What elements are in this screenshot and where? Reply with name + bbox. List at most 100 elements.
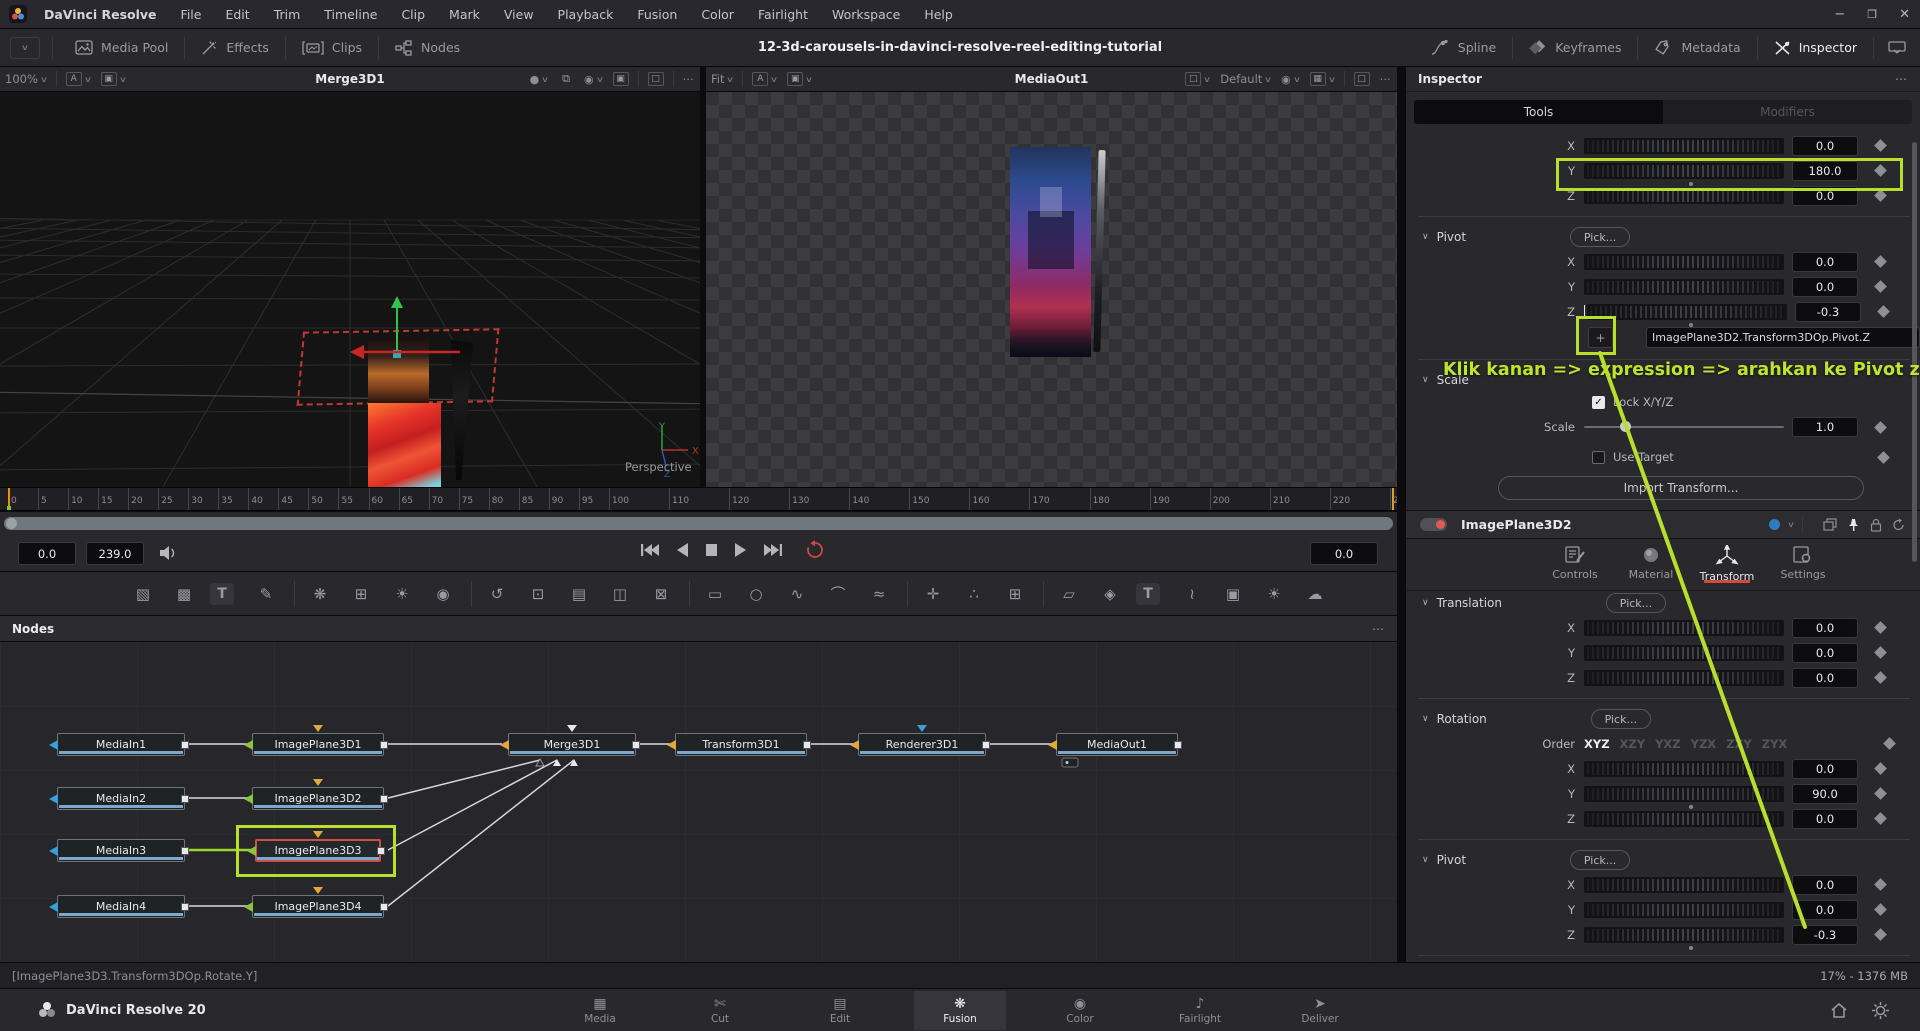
order-option-yxz[interactable]: YXZ [1655,737,1681,751]
keyframe-diamond-icon[interactable] [1874,139,1887,152]
node-input-connector[interactable] [244,902,253,912]
node-input-connector[interactable] [850,740,859,750]
keyframe-diamond-icon[interactable] [1874,787,1887,800]
param-slider[interactable] [1584,877,1784,893]
lock-xyz-checkbox[interactable]: ✓ [1592,396,1605,409]
paint-tool-icon[interactable]: ✎ [251,581,281,607]
timeline-ruler[interactable]: 0510152025303540455055606570758085909510… [0,487,1397,511]
node-mediain2[interactable]: MediaIn2 [57,787,185,810]
pick-button[interactable]: Pick... [1591,709,1651,729]
param-slider[interactable] [1587,304,1787,320]
page-tab-deliver[interactable]: ➤Deliver [1274,991,1366,1030]
node-mediain3[interactable]: MediaIn3 [57,839,185,862]
audio-mute-icon[interactable] [158,544,178,562]
play-reverse-button[interactable] [676,542,689,558]
param-value-field[interactable]: -0.3 [1792,925,1858,945]
keyframe-diamond-icon[interactable] [1874,280,1887,293]
node-top-connector[interactable] [313,887,323,894]
node-output-connector[interactable] [380,741,388,749]
menu-item-view[interactable]: View [492,0,546,28]
viewer-right-roi-dropdown[interactable]: ◉∨ [1276,73,1304,86]
keyframe-diamond-icon[interactable] [1874,621,1887,634]
timeline-scrollbar[interactable] [4,517,1393,530]
spot-light-3d-tool-icon[interactable]: ☀ [1259,581,1289,607]
viewer-right-zoom-dropdown[interactable]: Fit∨ [706,72,738,86]
page-tab-cut[interactable]: ✄Cut [674,991,766,1030]
node-output-connector[interactable] [380,795,388,803]
toolbar-button-nodes[interactable]: Nodes [379,35,476,61]
text-3d-tool-icon[interactable]: T [1136,583,1160,605]
viewer-left-options-icon[interactable]: ⋯ [678,72,701,86]
node-top-connector[interactable] [313,779,323,786]
param-value-field[interactable]: 0.0 [1792,900,1858,920]
scale-slider-knob[interactable] [1620,421,1631,432]
section-collapse-icon[interactable]: ∨ [1422,598,1429,608]
toolbar-button-clips[interactable]: Clips [286,35,378,61]
node-tab-controls[interactable]: Controls [1546,539,1604,581]
stop-button[interactable] [705,543,718,557]
bender-3d-tool-icon[interactable]: ≀ [1177,581,1207,607]
node-color-dropdown-icon[interactable]: ∨ [1787,520,1795,529]
node-tab-settings[interactable]: Settings [1774,539,1832,581]
toolbar-button-spline[interactable]: Spline [1414,35,1512,61]
viewer-left-view-label[interactable]: Perspective [625,460,692,474]
viewer-right-lut-dropdown[interactable]: Default∨ [1215,72,1276,86]
node-output-connector[interactable] [803,741,811,749]
inspector-scrollbar[interactable] [1912,142,1917,562]
rectangle-mask-tool-icon[interactable]: ▭ [700,581,730,607]
param-value-field[interactable]: 0.0 [1792,136,1858,156]
keyframe-diamond-icon[interactable] [1874,671,1887,684]
node-mediain1[interactable]: MediaIn1 [57,733,185,756]
param-value-field[interactable]: 180.0 [1792,161,1858,181]
reset-icon[interactable] [1892,518,1906,532]
viewer-right-split-dropdown[interactable]: □∨ [1180,72,1215,86]
viewer-left-color-dropdown[interactable]: ●∨ [525,73,553,86]
page-tab-fusion[interactable]: ❋Fusion [914,991,1006,1030]
tracker-tool-icon[interactable]: ✛ [918,581,948,607]
transform-gizmo[interactable] [340,292,480,362]
param-value-field[interactable]: 0.0 [1792,875,1858,895]
param-slider[interactable] [1584,902,1784,918]
page-tab-color[interactable]: ◉Color [1034,991,1126,1030]
menu-item-playback[interactable]: Playback [546,0,626,28]
menu-item-edit[interactable]: Edit [213,0,261,28]
toolbar-button-media-pool[interactable]: Media Pool [59,35,184,61]
viewer-left-quad-icon[interactable]: ▣ [608,72,634,86]
node-output-connector[interactable] [632,741,640,749]
menu-item-fusion[interactable]: Fusion [625,0,689,28]
settings-gear-icon[interactable] [1871,1001,1890,1020]
keyframe-diamond-icon[interactable] [1874,762,1887,775]
menu-item-timeline[interactable]: Timeline [312,0,389,28]
param-value-field[interactable]: 0.0 [1792,252,1858,272]
node-imageplane3d2[interactable]: ImagePlane3D2 [252,787,384,810]
node-input-connector[interactable] [1048,740,1057,750]
viewer-left-expand-icon[interactable]: □ [643,72,669,86]
param-slider[interactable] [1584,645,1784,661]
menu-app[interactable]: DaVinci Resolve [32,0,169,28]
copy-icon[interactable] [1823,518,1837,531]
param-slider[interactable] [1584,254,1784,270]
planar-tracker-tool-icon[interactable]: ∴ [959,581,989,607]
keyframe-diamond-icon[interactable] [1874,878,1887,891]
node-input-connector[interactable] [500,740,509,750]
page-tab-edit[interactable]: ▤Edit [794,991,886,1030]
use-target-checkbox[interactable] [1592,451,1605,464]
scale-slider[interactable] [1584,426,1784,428]
inspector-options-icon[interactable]: ⋯ [1895,72,1908,86]
shape-3d-tool-icon[interactable]: ◈ [1095,581,1125,607]
toolbar-button-inspector[interactable]: Inspector [1758,35,1873,61]
node-output-connector[interactable] [181,847,189,855]
order-option-zyx[interactable]: ZYX [1762,737,1788,751]
pin-icon[interactable] [1847,518,1860,532]
text-plus-tool-icon[interactable]: T [210,583,234,605]
node-output-connector[interactable] [181,795,189,803]
viewer-right-mode-dropdown[interactable]: ▣∨ [782,72,817,86]
keyframe-diamond-icon[interactable] [1877,305,1890,318]
param-slider[interactable] [1584,927,1784,943]
node-top-connector[interactable] [567,725,577,732]
toolbar-button-metadata[interactable]: Metadata [1638,35,1756,61]
viewer-left-3d-viewport[interactable]: Y X Z Perspective [0,92,700,487]
viewer-right-grid-dropdown[interactable]: ▦∨ [1305,72,1340,86]
param-slider[interactable] [1584,620,1784,636]
cube-3d-tool-icon[interactable]: ▣ [1218,581,1248,607]
